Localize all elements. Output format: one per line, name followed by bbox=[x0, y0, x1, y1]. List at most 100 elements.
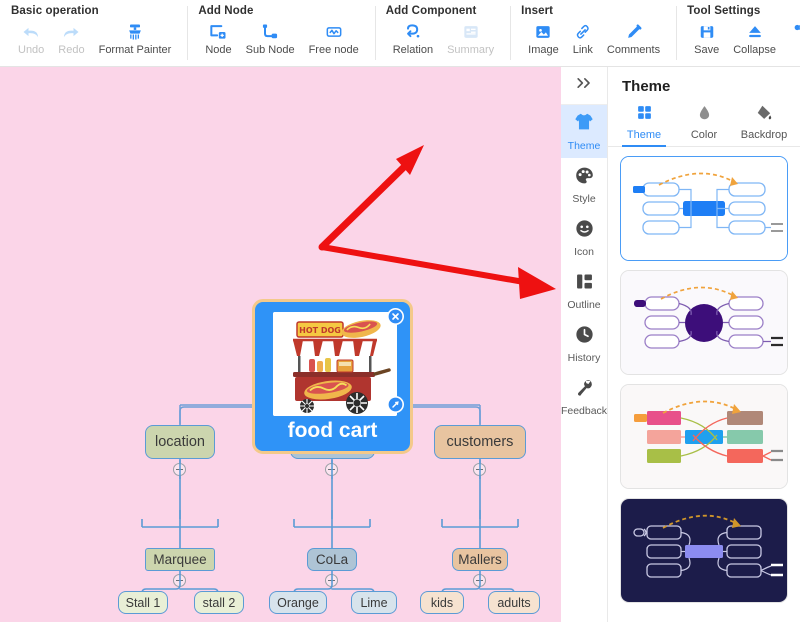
mindmap-node-stall-1[interactable]: Stall 1 bbox=[118, 591, 168, 614]
food-cart-image: HOT DOG bbox=[273, 312, 397, 416]
expand-panel-button[interactable] bbox=[561, 67, 607, 105]
mindmap-node-adults[interactable]: adults bbox=[488, 591, 540, 614]
add-summary-button[interactable]: Summary bbox=[440, 20, 501, 58]
clock-icon bbox=[574, 324, 595, 350]
mindmap-node-lime[interactable]: Lime bbox=[351, 591, 397, 614]
mindmap-node-mallers[interactable]: Mallers bbox=[452, 548, 508, 571]
collapse-toggle-marquee[interactable] bbox=[173, 574, 186, 587]
tab-theme[interactable]: Theme bbox=[614, 104, 674, 147]
add-node-label: Node bbox=[205, 44, 232, 56]
close-icon[interactable] bbox=[387, 308, 404, 325]
mindmap-canvas[interactable]: location suppliers customers Marquee CoL… bbox=[0, 67, 561, 622]
mindmap-node-orange[interactable]: Orange bbox=[269, 591, 327, 614]
save-button[interactable]: Save bbox=[687, 20, 726, 58]
format-painter-icon bbox=[125, 21, 145, 43]
theme-card-purple-radial[interactable] bbox=[620, 270, 788, 375]
sidebar-item-label: Feedback bbox=[560, 404, 608, 417]
panel-tabs: Theme Color Backdrop bbox=[608, 95, 800, 147]
sidebar-item-label: Icon bbox=[574, 245, 594, 258]
summary-icon bbox=[461, 21, 481, 43]
wrench-icon bbox=[574, 377, 595, 403]
sidebar-item-theme[interactable]: Theme bbox=[561, 105, 607, 158]
tab-label: Color bbox=[690, 129, 718, 141]
free-node-label: Free node bbox=[308, 44, 359, 56]
tab-color[interactable]: Color bbox=[674, 104, 734, 146]
sidebar-item-history[interactable]: History bbox=[561, 317, 607, 370]
collapse-toggle-customers[interactable] bbox=[473, 463, 486, 476]
toolbar-group-title: Add Component bbox=[385, 5, 477, 17]
smiley-face-icon bbox=[574, 218, 595, 244]
add-node-icon bbox=[208, 21, 228, 43]
mindmap-node-stall-2[interactable]: stall 2 bbox=[194, 591, 244, 614]
comments-icon bbox=[624, 21, 644, 43]
insert-comments-button[interactable]: Comments bbox=[600, 20, 667, 58]
relation-label: Relation bbox=[392, 44, 434, 56]
node-label: location bbox=[155, 434, 205, 450]
add-node-button[interactable]: Node bbox=[198, 20, 238, 58]
main-toolbar: Basic operation Undo Redo Format Painter… bbox=[0, 0, 800, 67]
insert-image-button[interactable]: Image bbox=[521, 20, 566, 58]
mindmap-root-node[interactable]: HOT DOG food cart bbox=[252, 299, 413, 454]
sidebar-item-label: Theme bbox=[567, 140, 601, 152]
add-sub-node-button[interactable]: Sub Node bbox=[239, 20, 302, 58]
insert-comments-label: Comments bbox=[606, 44, 661, 56]
collapse-toggle-mallers[interactable] bbox=[473, 574, 486, 587]
collapse-label: Collapse bbox=[733, 44, 776, 56]
collapse-button[interactable]: Collapse bbox=[726, 20, 783, 58]
insert-link-button[interactable]: Link bbox=[566, 20, 600, 58]
node-label: Lime bbox=[360, 595, 388, 610]
share-icon bbox=[792, 17, 800, 43]
collapse-toggle-location[interactable] bbox=[173, 463, 186, 476]
toolbar-group-tool-settings: Tool Settings Save Collapse bbox=[676, 0, 792, 66]
collapse-icon bbox=[745, 21, 765, 43]
node-label: stall 2 bbox=[202, 595, 236, 610]
sidebar-item-label: History bbox=[567, 351, 601, 364]
insert-image-label: Image bbox=[528, 44, 559, 56]
sidebar-item-style[interactable]: Style bbox=[561, 158, 607, 211]
node-label: adults bbox=[497, 595, 531, 610]
sidebar-item-icon[interactable]: Icon bbox=[561, 211, 607, 264]
theme-card-dark-navy[interactable] bbox=[620, 498, 788, 603]
theme-panel: Theme Theme Color Backdrop bbox=[608, 67, 800, 622]
resize-handle-icon[interactable] bbox=[387, 396, 404, 413]
theme-card-colorful-blocks[interactable] bbox=[620, 384, 788, 489]
right-sidebar-rail: Theme Style Icon Outline History Feedbac… bbox=[561, 67, 608, 622]
node-label: customers bbox=[446, 434, 514, 450]
mindmap-app: Basic operation Undo Redo Format Painter… bbox=[0, 0, 800, 622]
insert-link-label: Link bbox=[572, 44, 593, 56]
toolbar-group-basic-operation: Basic operation Undo Redo Format Painter bbox=[0, 0, 187, 66]
droplet-icon bbox=[696, 104, 713, 126]
theme-card-classic-blue[interactable] bbox=[620, 156, 788, 261]
collapse-toggle-cola[interactable] bbox=[325, 574, 338, 587]
mindmap-node-customers[interactable]: customers bbox=[434, 425, 526, 459]
toolbar-group-title: Insert bbox=[521, 5, 554, 17]
mindmap-node-location[interactable]: location bbox=[145, 425, 215, 459]
mindmap-node-kids[interactable]: kids bbox=[420, 591, 464, 614]
sidebar-item-label: Outline bbox=[567, 298, 601, 311]
toolbar-group-title: Add Node bbox=[198, 5, 254, 17]
image-icon bbox=[533, 21, 553, 43]
format-painter-button[interactable]: Format Painter bbox=[92, 20, 179, 58]
mindmap-node-cola[interactable]: CoLa bbox=[307, 548, 357, 571]
outline-blocks-icon bbox=[574, 271, 595, 297]
undo-button[interactable]: Undo bbox=[11, 20, 51, 58]
node-label: Orange bbox=[277, 595, 319, 610]
sub-node-label: Sub Node bbox=[245, 44, 295, 56]
sidebar-item-feedback[interactable]: Feedback bbox=[561, 370, 607, 423]
toolbar-group-insert: Insert Image Link Comments bbox=[510, 0, 676, 66]
panel-title: Theme bbox=[622, 78, 671, 95]
add-relation-button[interactable]: Relation bbox=[386, 20, 440, 58]
chevron-double-right-icon bbox=[574, 75, 594, 96]
node-label: kids bbox=[430, 595, 454, 610]
mindmap-node-marquee[interactable]: Marquee bbox=[145, 548, 215, 571]
collapse-toggle-suppliers[interactable] bbox=[325, 463, 338, 476]
share-button[interactable]: Share bbox=[792, 17, 800, 43]
tab-label: Backdrop bbox=[740, 129, 788, 141]
add-free-node-button[interactable]: Free node bbox=[302, 20, 366, 58]
redo-button[interactable]: Redo bbox=[51, 20, 91, 58]
relation-icon bbox=[403, 21, 423, 43]
sidebar-item-outline[interactable]: Outline bbox=[561, 264, 607, 317]
undo-label: Undo bbox=[18, 44, 45, 56]
tab-backdrop[interactable]: Backdrop bbox=[734, 104, 794, 146]
redo-arrow-icon bbox=[61, 21, 81, 43]
